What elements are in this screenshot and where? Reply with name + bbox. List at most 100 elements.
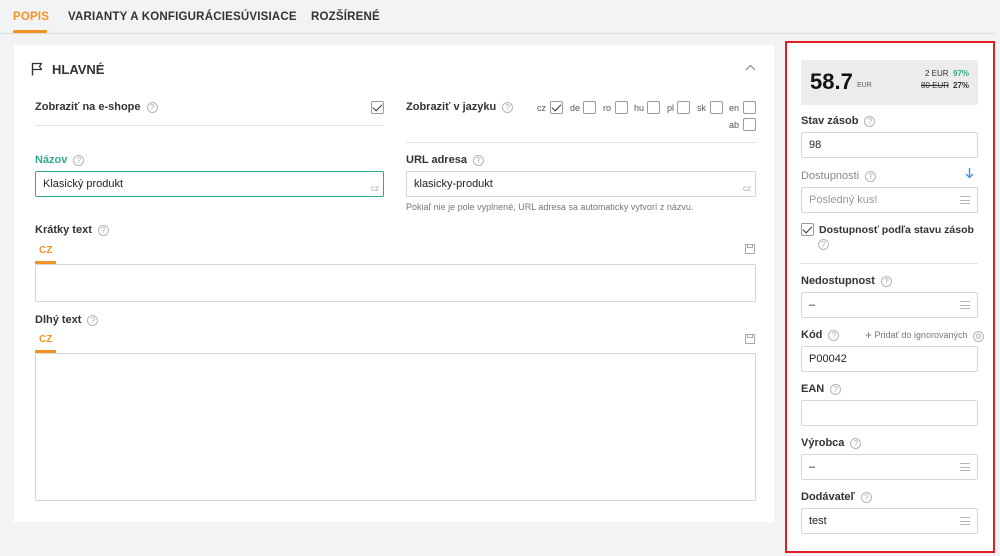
long-text-label: Dlhý text? xyxy=(35,314,99,326)
supplier-label: Dodávateľ? xyxy=(801,491,872,503)
list-icon xyxy=(960,517,970,525)
help-icon[interactable]: ? xyxy=(850,438,862,449)
plus-icon: + xyxy=(865,328,873,342)
code-label: Kód? xyxy=(801,329,840,341)
lang-checkbox-cz[interactable] xyxy=(550,101,563,114)
help-icon[interactable]: ? xyxy=(87,315,99,326)
tab-bar-divider xyxy=(0,33,995,34)
price-value: 58.7 xyxy=(810,69,853,94)
lang-checkbox-ro[interactable] xyxy=(615,101,628,114)
lang-checkbox-sk[interactable] xyxy=(710,101,723,114)
code-input[interactable]: P00042 xyxy=(801,346,978,372)
url-hint: Pokiaľ nie je pole vyplnené, URL adresa … xyxy=(406,202,694,212)
show-eshop-checkbox[interactable] xyxy=(371,101,384,114)
stock-label: Stav zásob? xyxy=(801,115,876,127)
divider xyxy=(35,125,384,126)
help-icon[interactable]: ? xyxy=(502,102,514,113)
url-label: URL adresa? xyxy=(406,154,484,166)
stock-value: 98 xyxy=(809,139,822,151)
help-icon[interactable]: ? xyxy=(73,155,85,166)
availability-by-stock-checkbox[interactable] xyxy=(801,223,814,236)
price-box: 58.7 EUR 2 EUR 97% 80 EUR 27% xyxy=(801,60,978,105)
help-icon[interactable]: ? xyxy=(830,384,842,395)
flag-icon xyxy=(31,62,43,76)
supplier-value: test xyxy=(809,515,827,527)
show-eshop-label: Zobraziť na e-shope? xyxy=(35,101,158,113)
availability-by-stock-label: Dostupnosť podľa stavu zásob xyxy=(819,224,974,236)
divider xyxy=(801,263,978,264)
gear-icon[interactable]: ⚙ xyxy=(973,331,984,342)
price-currency: EUR xyxy=(857,82,872,89)
help-icon[interactable]: ? xyxy=(818,239,829,250)
tab-varianty[interactable]: VARIANTY A KONFIGURÁCIE xyxy=(68,11,233,23)
product-sidebar: 58.7 EUR 2 EUR 97% 80 EUR 27% Stav zásob… xyxy=(785,41,995,553)
unavailability-label: Nedostupnost? xyxy=(801,275,892,287)
name-lang-mark: cz xyxy=(371,184,379,193)
lang-checkbox-pl[interactable] xyxy=(677,101,690,114)
price-line1-pct: 97% xyxy=(953,69,970,78)
unavailability-value: – xyxy=(809,299,816,311)
url-input[interactable]: klasicky-produkt cz xyxy=(406,171,756,197)
short-text-label: Krátky text? xyxy=(35,224,109,236)
supplier-select[interactable]: test xyxy=(801,508,978,534)
code-value: P00042 xyxy=(809,353,847,365)
long-text-editor[interactable] xyxy=(35,353,756,501)
list-icon xyxy=(960,196,970,204)
help-icon[interactable]: ? xyxy=(864,116,876,127)
lang-label-hu: hu xyxy=(634,103,645,113)
availability-placeholder: Posledný kus! xyxy=(809,194,878,206)
ean-input[interactable] xyxy=(801,400,978,426)
name-input[interactable]: Klasický produkt cz xyxy=(35,171,384,197)
save-icon[interactable] xyxy=(745,334,755,344)
help-icon[interactable]: ? xyxy=(880,276,892,287)
lang-checkbox-en[interactable] xyxy=(743,101,756,114)
lang-label-ro: ro xyxy=(603,103,612,113)
availability-select[interactable]: Posledný kus! xyxy=(801,187,978,213)
main-section-card: HLAVNÉ Zobraziť na e-shope? Zobraziť v j… xyxy=(14,45,774,522)
list-icon xyxy=(960,301,970,309)
long-text-lang-tab[interactable]: CZ xyxy=(39,334,52,345)
help-icon[interactable]: ? xyxy=(97,225,109,236)
url-lang-mark: cz xyxy=(743,184,751,193)
help-icon[interactable]: ? xyxy=(146,102,158,113)
chevron-up-icon[interactable] xyxy=(745,64,756,71)
manufacturer-select[interactable]: – xyxy=(801,454,978,480)
save-icon[interactable] xyxy=(745,244,755,254)
price-line2-pct: 27% xyxy=(953,81,970,90)
tab-rozsirene[interactable]: ROZŠÍRENÉ xyxy=(311,11,380,23)
help-icon[interactable]: ? xyxy=(865,171,877,182)
section-title: HLAVNÉ xyxy=(52,62,105,77)
lang-label-sk: sk xyxy=(697,103,706,113)
lang-label-pl: pl xyxy=(667,103,675,113)
name-value: Klasický produkt xyxy=(43,178,124,190)
short-text-lang-tab[interactable]: CZ xyxy=(39,245,52,256)
help-icon[interactable]: ? xyxy=(472,155,484,166)
add-ignored-link[interactable]: + Pridať do ignorovaných xyxy=(865,328,967,342)
lang-label-de: de xyxy=(570,103,581,113)
lang-label-en: en xyxy=(729,103,740,113)
tab-suvisiace[interactable]: SÚVISIACE xyxy=(233,11,297,23)
help-icon[interactable]: ? xyxy=(860,492,872,503)
price-line2: 80 EUR xyxy=(921,81,950,90)
divider xyxy=(406,142,756,143)
price-line1: 2 EUR xyxy=(925,69,949,78)
name-label: Názov? xyxy=(35,154,85,166)
short-text-editor[interactable] xyxy=(35,264,756,302)
tab-bar: POPIS VARIANTY A KONFIGURÁCIE SÚVISIACE … xyxy=(0,0,1000,34)
help-icon[interactable]: ? xyxy=(828,330,840,341)
arrow-down-icon[interactable] xyxy=(965,167,974,179)
lang-checkbox-ab[interactable] xyxy=(743,118,756,131)
lang-checkbox-de[interactable] xyxy=(583,101,596,114)
url-value: klasicky-produkt xyxy=(414,178,493,190)
unavailability-select[interactable]: – xyxy=(801,292,978,318)
list-icon xyxy=(960,463,970,471)
stock-input[interactable]: 98 xyxy=(801,132,978,158)
manufacturer-value: – xyxy=(809,461,816,473)
lang-checkbox-hu[interactable] xyxy=(647,101,660,114)
lang-label-ab: ab xyxy=(729,120,740,130)
manufacturer-label: Výrobca? xyxy=(801,437,862,449)
ean-label: EAN? xyxy=(801,383,842,395)
tab-popis[interactable]: POPIS xyxy=(13,11,49,23)
lang-label-cz: cz xyxy=(537,103,546,113)
show-lang-label: Zobraziť v jazyku? xyxy=(406,101,514,113)
